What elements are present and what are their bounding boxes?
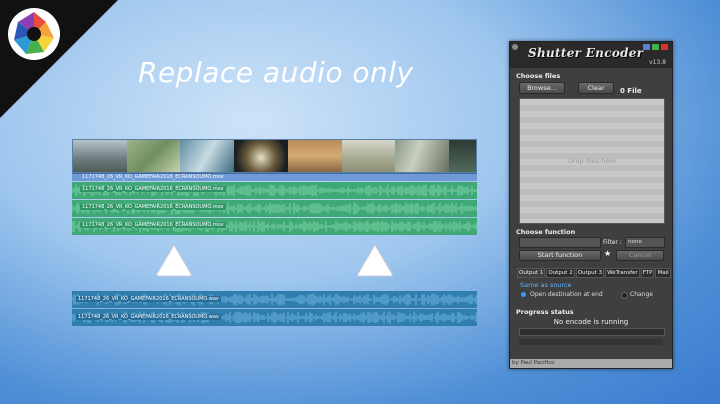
headline: Replace audio only — [138, 56, 414, 89]
thumbnail — [126, 140, 181, 172]
thumbnail — [234, 140, 288, 172]
audio-track-3: 1171748_26_VR_KO_GAMEFAIR2016_ECRANSOUMO… — [72, 218, 477, 235]
audio-track-2: 1171748_26_VR_KO_GAMEFAIR2016_ECRANSOUMO… — [72, 200, 477, 217]
thumbnail — [341, 140, 396, 172]
audio-track-1: 1171748_26_VR_KO_GAMEFAIR2016_ECRANSOUMO… — [72, 291, 477, 308]
choose-files-heading: Choose files — [516, 72, 561, 80]
filter-select[interactable]: none — [625, 237, 665, 248]
shutter-encoder-window: Shutter Encoder v13.8 Choose files Brows… — [509, 41, 673, 369]
audio-track-label: 1171748_26_VR_KO_GAMEFAIR2016_ECRANSOUMO… — [76, 296, 221, 302]
file-drop-zone[interactable]: Drop files here — [519, 98, 665, 224]
app-menu-icon[interactable] — [512, 44, 518, 50]
output-tabs: Output 1 Output 2 Output 3 WeTransfer FT… — [517, 268, 671, 278]
browse-button[interactable]: Browse... — [519, 82, 565, 94]
progress-bar — [519, 328, 665, 336]
help-icon[interactable] — [643, 44, 650, 50]
audio-track-label: 1171748_26_VR_KO_GAMEFAIR2016_ECRANSOUMO… — [80, 204, 226, 210]
destination-path: Same as source — [520, 281, 572, 289]
change-label[interactable]: Change — [630, 291, 653, 298]
source-timeline: 1171748_26_VR_KO_GAMEFAIR2016_ECRANSOUMO… — [72, 139, 477, 235]
footer-credit: by Paul Pacifico — [510, 359, 672, 368]
audio-track-1: 1171748_26_VR_KO_GAMEFAIR2016_ECRANSOUMO… — [72, 182, 477, 199]
thumbnail — [287, 140, 342, 172]
tab-output-1[interactable]: Output 1 — [517, 268, 546, 278]
audio-track-2: 1171748_26_VR_KO_GAMEFAIR2016_ECRANSOUMO… — [72, 309, 477, 326]
thumbnail — [180, 140, 235, 172]
audio-track-label: 1171748_26_VR_KO_GAMEFAIR2016_ECRANSOUMO… — [76, 314, 221, 320]
video-clip-label: 1171748_26_VR_KO_GAMEFAIR2016_ECRANSOUMO… — [72, 173, 477, 181]
thumbnail — [395, 140, 450, 172]
video-thumbnails — [72, 139, 477, 173]
cancel-button[interactable]: Cancel — [616, 250, 664, 261]
up-arrow-icon — [156, 244, 192, 277]
start-function-button[interactable]: Start function — [519, 250, 601, 261]
tab-ftp[interactable]: FTP — [640, 268, 655, 278]
up-arrow-icon — [357, 244, 393, 277]
thumbnail — [73, 140, 127, 172]
minimize-icon[interactable] — [652, 44, 659, 50]
open-destination-radio[interactable] — [521, 292, 526, 297]
change-destination-radio[interactable] — [621, 292, 628, 299]
title-bar[interactable]: Shutter Encoder v13.8 — [510, 42, 672, 68]
tab-output-2[interactable]: Output 2 — [546, 268, 575, 278]
window-title: Shutter Encoder — [528, 46, 644, 60]
open-destination-label: Open destination at end — [530, 291, 603, 298]
encode-status: No encode is running — [553, 318, 629, 326]
version-label: v13.8 — [649, 59, 666, 66]
audio-track-label: 1171748_26_VR_KO_GAMEFAIR2016_ECRANSOUMO… — [80, 222, 226, 228]
star-icon[interactable]: ★ — [604, 249, 611, 258]
disabled-options-row — [519, 339, 663, 345]
thumbnail — [449, 140, 476, 172]
progress-status-heading: Progress status — [516, 308, 574, 316]
file-count: 0 File — [620, 87, 642, 95]
shutter-encoder-logo-icon — [8, 8, 60, 60]
choose-function-heading: Choose function — [516, 228, 576, 236]
filter-label: Filter : — [603, 239, 622, 246]
replacement-audio-timeline: 1171748_26_VR_KO_GAMEFAIR2016_ECRANSOUMO… — [72, 290, 477, 326]
close-icon[interactable] — [661, 44, 668, 50]
tab-output-3[interactable]: Output 3 — [575, 268, 605, 278]
tab-wetransfer[interactable]: WeTransfer — [605, 268, 640, 278]
tab-mail[interactable]: Mail — [655, 268, 671, 278]
audio-track-label: 1171748_26_VR_KO_GAMEFAIR2016_ECRANSOUMO… — [80, 186, 226, 192]
clear-button[interactable]: Clear — [578, 82, 614, 94]
function-select[interactable] — [519, 237, 601, 248]
